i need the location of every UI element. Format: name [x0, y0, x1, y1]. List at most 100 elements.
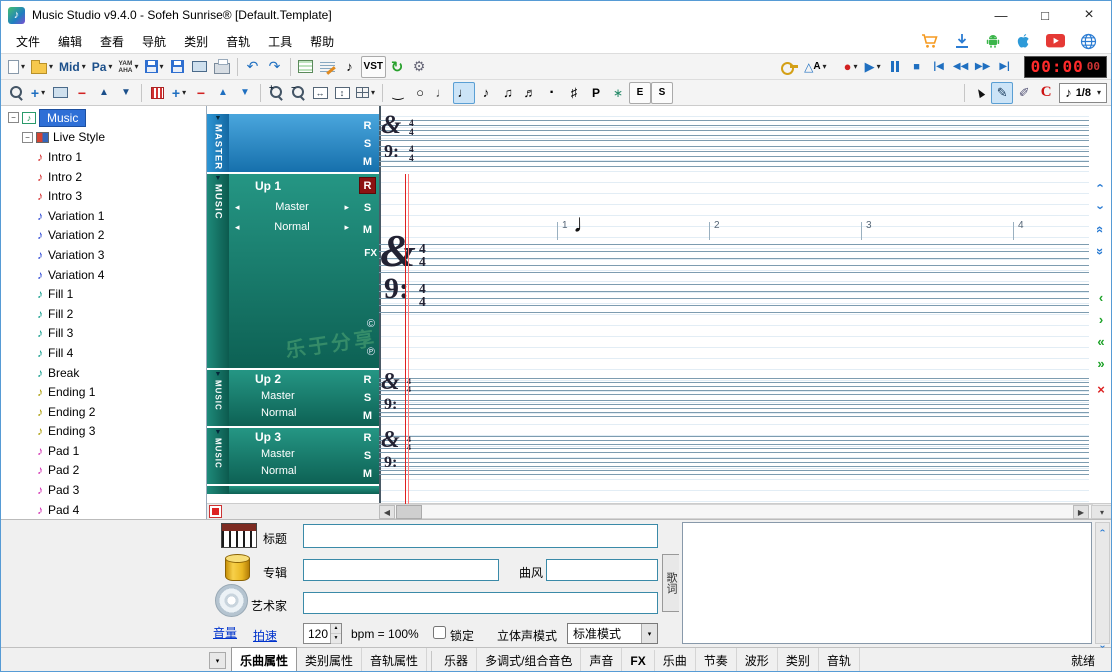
- new-file-button[interactable]: ▾: [5, 56, 28, 78]
- tab-waveform[interactable]: 波形: [737, 648, 778, 672]
- skip-back-button[interactable]: |◀: [928, 56, 950, 78]
- settings-button[interactable]: ⚙: [408, 56, 430, 78]
- fx-button[interactable]: FX: [364, 248, 377, 259]
- save-button[interactable]: ▾: [142, 56, 167, 78]
- menu-category[interactable]: 类别: [175, 30, 217, 53]
- tempo-link[interactable]: 拍速: [253, 627, 277, 644]
- scroll-right-button[interactable]: ▶: [1073, 505, 1089, 519]
- arrow-left-icon[interactable]: ◂: [235, 222, 240, 233]
- record-arm-button[interactable]: R: [359, 371, 376, 388]
- mute-button[interactable]: M: [359, 153, 376, 170]
- vst-button[interactable]: VST: [361, 56, 386, 78]
- play-button[interactable]: ▶▾: [862, 56, 884, 78]
- solo-button[interactable]: S: [359, 135, 376, 152]
- up3-treble-staff[interactable]: [379, 436, 1089, 453]
- music-strip-1[interactable]: ▼ MUSIC: [207, 174, 229, 368]
- scrollbar-thumb[interactable]: [396, 505, 422, 519]
- soundbank-icon[interactable]: [225, 555, 250, 581]
- zoom-out-button[interactable]: −: [287, 82, 309, 104]
- piano-roll-button[interactable]: [295, 56, 317, 78]
- chevron-down-icon[interactable]: ▾: [371, 88, 375, 97]
- music-strip-4[interactable]: [207, 486, 229, 494]
- chevron-down-icon[interactable]: ▾: [108, 62, 112, 71]
- tab-instrument[interactable]: 乐器: [436, 648, 477, 672]
- tree-item[interactable]: ♪Ending 3: [1, 422, 206, 442]
- arrow-right-icon[interactable]: ▸: [344, 202, 349, 213]
- page-down-button[interactable]: »: [1091, 244, 1111, 259]
- zoom-in-button[interactable]: +: [265, 82, 287, 104]
- tab-song[interactable]: 乐曲: [655, 648, 696, 672]
- tab-song-properties[interactable]: 乐曲属性: [231, 647, 297, 672]
- solo-button[interactable]: S: [359, 447, 376, 464]
- tree-item[interactable]: ♪Pad 3: [1, 480, 206, 500]
- mute-button[interactable]: M: [359, 465, 376, 482]
- scroll-down-button[interactable]: ›: [1091, 200, 1111, 215]
- eighth-note-button[interactable]: ♪: [475, 82, 497, 104]
- chevron-down-icon[interactable]: ▾: [182, 88, 186, 97]
- close-panel-button[interactable]: ×: [1091, 382, 1111, 397]
- track-header-up2[interactable]: Up 2 Master Normal R S M: [229, 370, 379, 426]
- playhead-line[interactable]: [405, 174, 406, 504]
- master-strip[interactable]: ▼ MASTER: [207, 114, 229, 172]
- chevron-down-icon[interactable]: ▾: [1097, 88, 1101, 97]
- record-arm-button[interactable]: R: [359, 177, 376, 194]
- track-header-partial[interactable]: [229, 486, 379, 494]
- midi-import-button[interactable]: Mid▾: [56, 56, 89, 78]
- title-input[interactable]: [303, 524, 658, 548]
- patch-selector[interactable]: ◂ Master ▸: [235, 201, 349, 213]
- remove-track-button[interactable]: −: [190, 82, 212, 104]
- tempo-input[interactable]: [304, 624, 330, 643]
- track-name[interactable]: Up 2: [255, 372, 281, 386]
- apple-icon[interactable]: [1016, 33, 1031, 50]
- chevron-down-icon[interactable]: ▾: [21, 62, 25, 71]
- tree-item[interactable]: ♪Pad 4: [1, 500, 206, 519]
- pause-button[interactable]: [884, 56, 906, 78]
- open-file-button[interactable]: ▾: [28, 56, 56, 78]
- tree-item[interactable]: ♪Variation 3: [1, 245, 206, 265]
- step-right-button[interactable]: ›: [1091, 312, 1111, 327]
- download-icon[interactable]: [954, 33, 970, 49]
- quarter-note[interactable]: ♩: [573, 208, 599, 239]
- menu-edit[interactable]: 编辑: [49, 30, 91, 53]
- tree-item[interactable]: ♪Variation 2: [1, 226, 206, 246]
- ornament-button[interactable]: ∗: [607, 82, 629, 104]
- cd-icon[interactable]: [215, 584, 248, 617]
- menu-view[interactable]: 查看: [91, 30, 133, 53]
- tab-sound[interactable]: 声音: [581, 648, 622, 672]
- up1-treble-staff[interactable]: [379, 244, 1089, 273]
- up3-bass-staff[interactable]: [379, 458, 1089, 475]
- find-button[interactable]: [5, 82, 27, 104]
- tree-item[interactable]: ♪Fill 3: [1, 324, 206, 344]
- up2-bass-staff[interactable]: [379, 400, 1089, 417]
- loop-marker-button[interactable]: [209, 505, 222, 518]
- tree-item[interactable]: ♪Fill 1: [1, 284, 206, 304]
- up1-bass-staff[interactable]: [379, 284, 1089, 313]
- quarter-note-button[interactable]: ♩: [453, 82, 475, 104]
- arrow-left-icon[interactable]: ◂: [235, 202, 240, 213]
- tab-track[interactable]: 音轨: [819, 648, 860, 672]
- record-arm-button[interactable]: R: [359, 117, 376, 134]
- collapse-icon[interactable]: ▼: [207, 370, 229, 379]
- rewind-button[interactable]: ◀◀: [950, 56, 972, 78]
- scroll-up-button[interactable]: ‹: [1091, 178, 1111, 193]
- tree-group[interactable]: − Live Style: [1, 128, 206, 148]
- refresh-button[interactable]: ↻: [386, 56, 408, 78]
- track-down-button[interactable]: ▼: [234, 82, 256, 104]
- license-key-button[interactable]: [778, 56, 801, 78]
- master-track-header[interactable]: R S M: [229, 114, 379, 172]
- menu-help[interactable]: 帮助: [301, 30, 343, 53]
- stop-button[interactable]: ■: [906, 56, 928, 78]
- pedal-button[interactable]: P: [585, 82, 607, 104]
- move-down-button[interactable]: ▼: [115, 82, 137, 104]
- pen-tool-button[interactable]: ✎: [991, 82, 1013, 104]
- tree-root[interactable]: − ♪ Music: [1, 108, 206, 128]
- yamaha-import-button[interactable]: YAMAHA▾: [115, 56, 141, 78]
- solo-button[interactable]: S: [359, 389, 376, 406]
- chevron-down-icon[interactable]: ▾: [853, 62, 857, 71]
- note-duration-select[interactable]: ♪1/8▾: [1059, 83, 1107, 103]
- tree-item[interactable]: ♪Pad 1: [1, 441, 206, 461]
- tree-item[interactable]: ♪Fill 4: [1, 343, 206, 363]
- add-track-button[interactable]: +▾: [168, 82, 190, 104]
- tree-item[interactable]: ♪Variation 4: [1, 265, 206, 285]
- menu-file[interactable]: 文件: [7, 30, 49, 53]
